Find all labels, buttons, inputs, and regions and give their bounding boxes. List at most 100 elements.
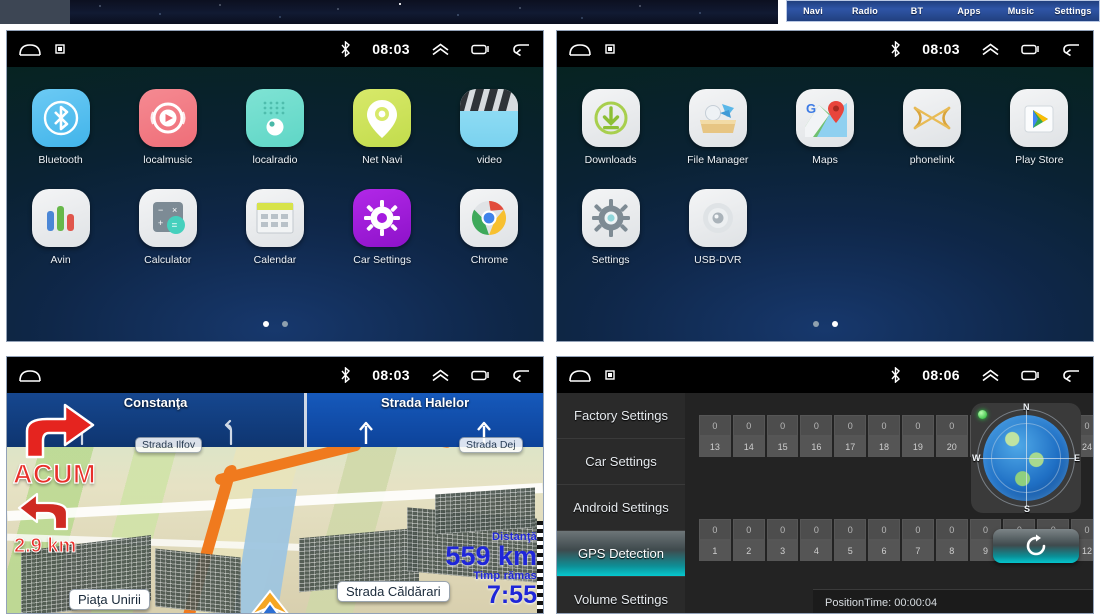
sidebar-item-volume-settings[interactable]: Volume Settings [557,577,685,613]
svg-text:G: G [806,101,816,116]
turn-left-arrow-icon [17,492,69,531]
app-item-maps[interactable]: G Maps [771,89,878,166]
page-dot-2[interactable] [281,321,288,327]
svg-text:=: = [171,221,177,232]
chevron-up-icon[interactable] [431,42,450,56]
recents-icon[interactable] [1021,368,1041,382]
chevron-up-icon[interactable] [431,368,450,382]
status-clock: 08:03 [372,41,410,57]
app-item-localmusic[interactable]: localmusic [114,89,221,166]
nav-item-settings[interactable]: Settings [1047,6,1099,16]
gear-app-icon [353,189,412,247]
app-grid-row-2: Avin − × + = Calculator Calendar Car Set… [7,189,543,266]
back-icon[interactable] [1062,368,1081,382]
app-label: Play Store [1015,154,1064,166]
satellite-signal: 0 [901,415,934,436]
sidebar-item-gps-detection[interactable]: GPS Detection [557,531,685,577]
satellite-signal: 0 [732,519,765,540]
satellite-id: 1 [699,540,731,561]
recents-icon[interactable] [471,368,491,382]
app-item-avin[interactable]: Avin [7,189,114,266]
sidebar-item-factory-settings[interactable]: Factory Settings [557,393,685,439]
nav-item-music[interactable]: Music [995,6,1047,16]
home-icon[interactable] [569,368,591,382]
status-clock: 08:03 [922,41,960,57]
app-label: Net Navi [362,154,403,166]
bluetooth-icon [890,367,901,383]
square-icon[interactable] [605,44,615,54]
recents-icon[interactable] [1021,42,1041,56]
eta-distance-value: 559 km [445,541,537,571]
compass-axis [975,458,1077,459]
app-item-calculator[interactable]: − × + = Calculator [114,189,221,266]
satellite-id: 17 [834,436,867,457]
svg-text:−: − [158,205,163,215]
clapperboard-app-icon [460,89,519,147]
map-view[interactable]: Constanţa Strada Halelor ACUM 2.9 km Pia… [7,393,543,613]
top-strip: Navi Radio BT Apps Music Settings [0,0,1100,24]
app-grid-row-1: Bluetooth localmusic localradio Net Navi… [7,89,543,166]
app-item-localradio[interactable]: localradio [221,89,328,166]
compass-east-label: E [1073,453,1080,463]
sidebar-item-android-settings[interactable]: Android Settings [557,485,685,531]
satellite-signal: 0 [766,415,799,436]
app-item-video[interactable]: video [436,89,543,166]
vehicle-position-marker [251,589,289,613]
app-label: video [476,154,502,166]
satellite-id: 14 [732,436,765,457]
chevron-up-icon[interactable] [981,368,1000,382]
status-clock: 08:03 [372,367,410,383]
back-icon[interactable] [512,42,531,56]
position-time-text: PositionTime: 00:00:04 [825,596,938,609]
top-nav-bar[interactable]: Navi Radio BT Apps Music Settings [786,0,1100,22]
download-app-icon [581,89,640,147]
sign-label: Strada Halelor [381,395,470,410]
app-item-play-store[interactable]: Play Store [986,89,1093,166]
nav-item-bt[interactable]: BT [891,6,943,16]
home-icon[interactable] [569,42,591,56]
satellite-id: 2 [732,540,765,561]
map-building [155,548,241,613]
square-icon[interactable] [55,44,65,54]
back-icon[interactable] [1062,42,1081,56]
satellite-id: 6 [868,540,900,561]
page-dot-1[interactable] [812,321,819,327]
app-item-downloads[interactable]: Downloads [557,89,664,166]
app-item-chrome[interactable]: Chrome [436,189,543,266]
usb-dvr-app-icon [688,189,747,247]
home-icon[interactable] [19,368,41,382]
refresh-button[interactable] [993,529,1079,563]
chevron-up-icon[interactable] [981,42,1000,56]
nav-item-navi[interactable]: Navi [787,6,839,16]
satellite-id: 15 [766,436,799,457]
app-item-settings[interactable]: Settings [557,189,664,266]
back-icon[interactable] [512,368,531,382]
satellite-signal: 0 [699,519,731,540]
app-item-file-manager[interactable]: File Manager [664,89,771,166]
page-dot-1[interactable] [262,321,269,327]
app-item-calendar[interactable]: Calendar [221,189,328,266]
app-drawer: Bluetooth localmusic localradio Net Navi… [7,67,543,341]
app-label: localmusic [143,154,193,166]
eta-time-value: 7:55 [486,581,537,609]
app-item-net-navi[interactable]: Net Navi [329,89,436,166]
page-dot-2[interactable] [831,321,838,327]
nav-item-radio[interactable]: Radio [839,6,891,16]
app-label: Bluetooth [38,154,83,166]
calculator-app-icon: − × + = [138,189,197,247]
music-app-icon [138,89,197,147]
app-item-car-settings[interactable]: Car Settings [329,189,436,266]
status-bar: 08:03 [7,31,543,67]
nav-item-apps[interactable]: Apps [943,6,995,16]
sidebar-item-car-settings[interactable]: Car Settings [557,439,685,485]
recents-icon[interactable] [471,42,491,56]
app-item-bluetooth[interactable]: Bluetooth [7,89,114,166]
square-icon[interactable] [605,370,615,380]
satellite-id: 16 [800,436,833,457]
satellite-id: 18 [868,436,900,457]
satellite-signal: 0 [935,415,968,436]
app-item-usb-dvr[interactable]: USB-DVR [664,189,771,266]
home-icon[interactable] [19,42,41,56]
app-item-phonelink[interactable]: phonelink [879,89,986,166]
satellite-signal: 0 [834,519,867,540]
